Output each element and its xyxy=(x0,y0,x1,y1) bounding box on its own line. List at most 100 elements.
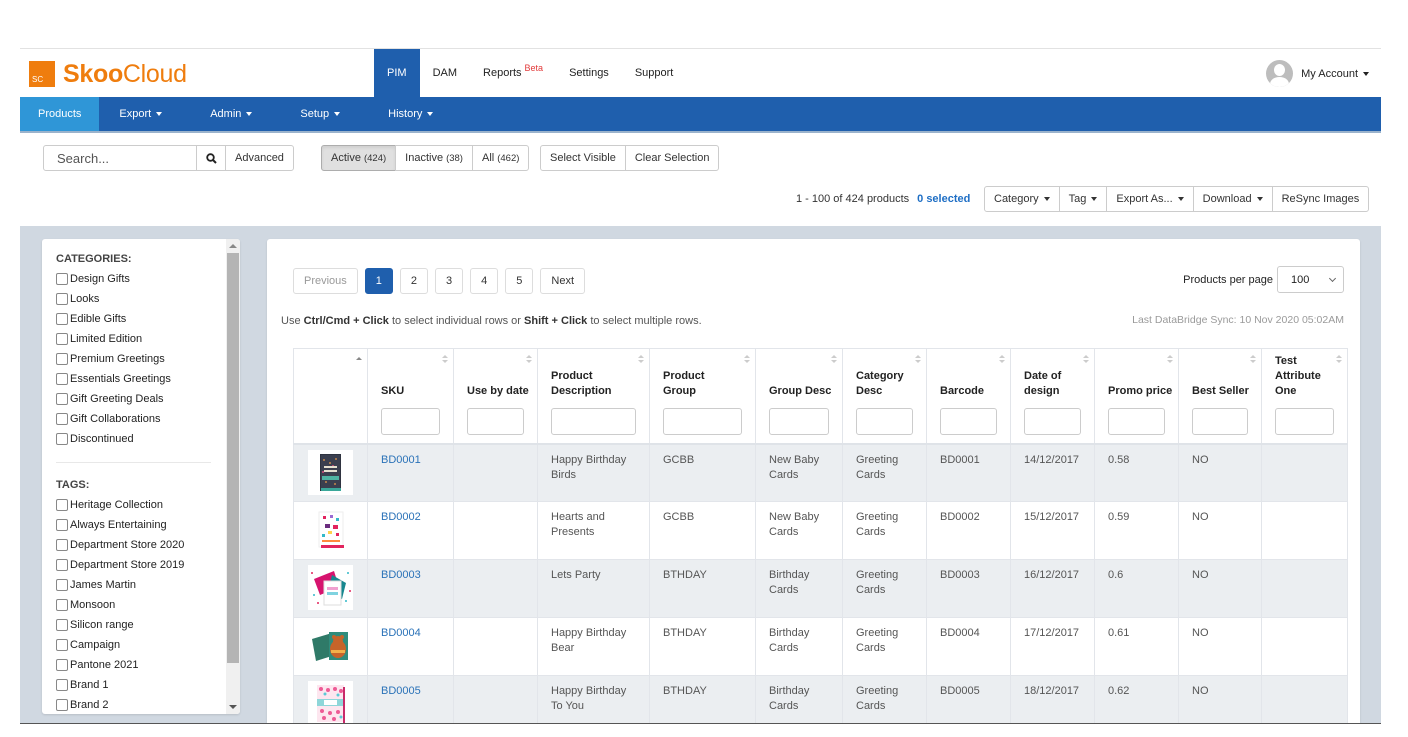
search-button[interactable] xyxy=(196,145,226,171)
column-filter-input[interactable] xyxy=(769,407,829,435)
sku-link[interactable]: BD0002 xyxy=(381,511,421,523)
checkbox[interactable] xyxy=(56,393,68,405)
category-filter-item[interactable]: Premium Greetings xyxy=(56,349,226,369)
page-5-button[interactable]: 5 xyxy=(505,268,534,294)
sku-link[interactable]: BD0005 xyxy=(381,685,421,697)
table-row[interactable]: BD0001 Happy Birthday Birds GCBB New Baby C… xyxy=(293,442,1348,502)
topnav-dam[interactable]: DAM xyxy=(420,49,470,97)
sku-link[interactable]: BD0001 xyxy=(381,454,421,466)
tag-filter-item[interactable]: Brand 1 xyxy=(56,675,226,695)
product-thumbnail[interactable] xyxy=(308,623,353,668)
tag-filter-item[interactable]: Monsoon xyxy=(56,595,226,615)
nav-history[interactable]: History xyxy=(370,97,451,131)
sidebar-scrollbar[interactable] xyxy=(226,239,240,714)
column-header[interactable]: Promo price xyxy=(1094,348,1179,444)
download-dropdown[interactable]: Download xyxy=(1192,186,1273,212)
nav-admin[interactable]: Admin xyxy=(192,97,282,131)
checkbox[interactable] xyxy=(56,519,68,531)
scrollbar-thumb[interactable] xyxy=(227,253,239,663)
select-visible-button[interactable]: Select Visible xyxy=(540,145,626,171)
tag-filter-item[interactable]: Department Store 2019 xyxy=(56,555,226,575)
scroll-up-arrow-icon[interactable] xyxy=(229,244,237,248)
checkbox[interactable] xyxy=(56,539,68,551)
search-input[interactable] xyxy=(43,145,197,171)
sku-link[interactable]: BD0004 xyxy=(381,627,421,639)
column-header[interactable]: Best Seller xyxy=(1178,348,1262,444)
next-page-button[interactable]: Next xyxy=(540,268,586,294)
checkbox[interactable] xyxy=(56,639,68,651)
checkbox[interactable] xyxy=(56,619,68,631)
category-filter-item[interactable]: Looks xyxy=(56,289,226,309)
per-page-select[interactable]: 100 xyxy=(1277,266,1344,293)
category-filter-item[interactable]: Edible Gifts xyxy=(56,309,226,329)
checkbox[interactable] xyxy=(56,413,68,425)
category-filter-item[interactable]: Design Gifts xyxy=(56,269,226,289)
table-row[interactable]: BD0002 Hearts and Presents GCBB New Baby Ca… xyxy=(293,501,1348,560)
page-2-button[interactable]: 2 xyxy=(399,268,429,294)
clear-selection-button[interactable]: Clear Selection xyxy=(624,145,720,171)
my-account-menu[interactable]: My Account xyxy=(1266,60,1369,87)
page-3-button[interactable]: 3 xyxy=(435,268,464,294)
tag-filter-item[interactable]: Always Entertaining xyxy=(56,515,226,535)
filter-inactive-button[interactable]: Inactive (38) xyxy=(395,145,473,171)
tag-dropdown[interactable]: Tag xyxy=(1058,186,1108,212)
checkbox[interactable] xyxy=(56,373,68,385)
column-filter-input[interactable] xyxy=(1024,407,1081,435)
column-header[interactable]: Test Attribute One xyxy=(1261,348,1348,444)
column-filter-input[interactable] xyxy=(1275,407,1334,435)
product-thumbnail[interactable] xyxy=(308,681,353,724)
column-header[interactable]: Use by date xyxy=(453,348,538,444)
topnav-support[interactable]: Support xyxy=(622,49,687,97)
product-thumbnail[interactable] xyxy=(308,565,353,610)
topnav-settings[interactable]: Settings xyxy=(556,49,622,97)
column-filter-input[interactable] xyxy=(940,407,997,435)
product-thumbnail[interactable] xyxy=(308,449,353,495)
sort-icon[interactable] xyxy=(915,355,921,365)
filter-active-button[interactable]: Active (424) xyxy=(321,145,397,171)
checkbox[interactable] xyxy=(56,699,68,711)
sort-icon[interactable] xyxy=(526,355,532,365)
column-header[interactable]: Category Desc xyxy=(842,348,927,444)
checkbox[interactable] xyxy=(56,499,68,511)
sort-icon[interactable] xyxy=(442,355,448,365)
checkbox[interactable] xyxy=(56,559,68,571)
nav-setup[interactable]: Setup xyxy=(282,97,370,131)
tag-filter-item[interactable]: Department Store 2020 xyxy=(56,535,226,555)
category-filter-item[interactable]: Gift Collaborations xyxy=(56,409,226,429)
column-header[interactable]: Product Group xyxy=(649,348,756,444)
column-header[interactable] xyxy=(293,348,368,444)
sort-icon[interactable] xyxy=(999,355,1005,365)
tag-filter-item[interactable]: Pantone 2021 xyxy=(56,655,226,675)
scroll-down-arrow-icon[interactable] xyxy=(229,705,237,709)
column-filter-input[interactable] xyxy=(467,407,524,435)
checkbox[interactable] xyxy=(56,313,68,325)
column-filter-input[interactable] xyxy=(381,407,440,435)
topnav-reports[interactable]: Reports Beta xyxy=(470,49,556,97)
sort-icon[interactable] xyxy=(1167,355,1173,365)
page-4-button[interactable]: 4 xyxy=(470,268,499,294)
filter-all-button[interactable]: All (462) xyxy=(471,145,530,171)
checkbox[interactable] xyxy=(56,333,68,345)
advanced-search-button[interactable]: Advanced xyxy=(225,145,294,171)
topnav-pim[interactable]: PIM xyxy=(374,49,420,97)
column-filter-input[interactable] xyxy=(551,407,636,435)
category-filter-item[interactable]: Essentials Greetings xyxy=(56,369,226,389)
tag-filter-item[interactable]: James Martin xyxy=(56,575,226,595)
tag-filter-item[interactable]: Brand 2 xyxy=(56,695,226,714)
column-filter-input[interactable] xyxy=(663,407,742,435)
table-row[interactable]: BD0003 Lets Party BTHDAY Birthday Cards Gree… xyxy=(293,559,1348,618)
column-header[interactable]: Date of design xyxy=(1010,348,1095,444)
column-header[interactable]: Group Desc xyxy=(755,348,843,444)
column-filter-input[interactable] xyxy=(1192,407,1248,435)
checkbox[interactable] xyxy=(56,599,68,611)
page-1-button[interactable]: 1 xyxy=(364,268,393,294)
checkbox[interactable] xyxy=(56,579,68,591)
column-filter-input[interactable] xyxy=(856,407,913,435)
table-row[interactable]: BD0005 Happy Birthday To You BTHDAY Birthda… xyxy=(293,675,1348,724)
resync-images-button[interactable]: ReSync Images xyxy=(1271,186,1370,212)
sort-icon[interactable] xyxy=(831,355,837,365)
checkbox[interactable] xyxy=(56,273,68,285)
checkbox[interactable] xyxy=(56,353,68,365)
product-thumbnail[interactable] xyxy=(308,507,353,552)
checkbox[interactable] xyxy=(56,679,68,691)
